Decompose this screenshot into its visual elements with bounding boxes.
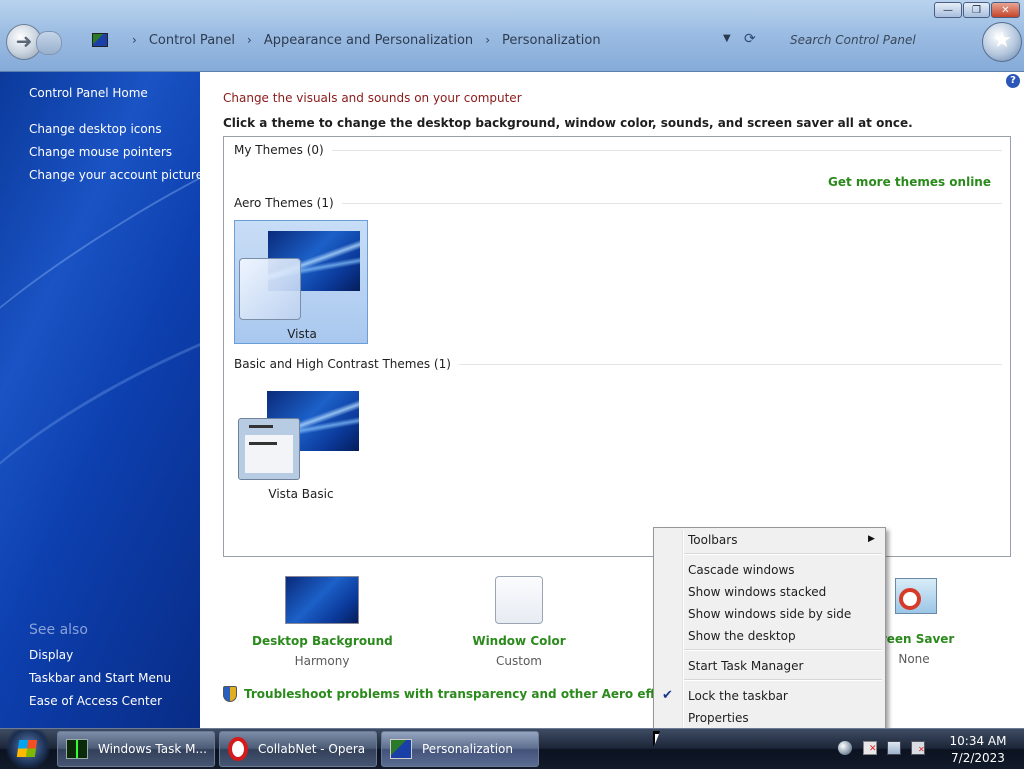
group-aero-themes: Aero Themes (1) [234,196,1002,210]
menu-item-properties[interactable]: Properties [688,708,749,728]
desktop-background-setting[interactable]: Desktop Background Harmony [252,576,393,668]
breadcrumb-control-panel[interactable]: Control Panel [149,33,235,48]
group-basic-themes: Basic and High Contrast Themes (1) [234,357,1002,371]
breadcrumb-separator[interactable]: › [132,33,137,47]
themes-list[interactable]: My Themes (0) Get more themes online Aer… [223,136,1011,557]
left-navigation-pane: Control Panel Home Change desktop icons … [0,72,200,728]
page-title: Change the visuals and sounds on your co… [223,91,522,105]
control-panel-icon [92,33,108,47]
taskbar-button-label: Windows Task M... [98,742,207,756]
control-panel-icon [390,739,412,759]
screen-saver-icon [891,576,937,622]
see-also-heading: See also [29,622,88,638]
title-bar: — ❐ ✕ ➜ › Control Panel › Appearance and… [0,0,1024,72]
breadcrumb-appearance[interactable]: Appearance and Personalization [264,33,473,48]
nav-display[interactable]: Display [29,648,73,662]
page-instructions: Click a theme to change the desktop back… [223,116,913,130]
setting-name[interactable]: Desktop Background [252,634,393,648]
back-arrow-icon: ➜ [15,29,33,53]
taskbar-button-task-manager[interactable]: Windows Task M... [57,731,215,767]
breadcrumb-personalization[interactable]: Personalization [502,33,601,48]
nav-ease-of-access[interactable]: Ease of Access Center [29,694,162,708]
setting-value: Harmony [294,654,350,668]
opera-icon [228,737,248,761]
address-bar[interactable]: › Control Panel › Appearance and Persona… [82,27,772,53]
taskbar-button-personalization[interactable]: Personalization [381,731,539,767]
nav-change-desktop-icons[interactable]: Change desktop icons [29,122,162,136]
address-dropdown-icon[interactable]: ▼ [723,33,731,44]
menu-item-cascade-windows[interactable]: Cascade windows [688,560,795,580]
shield-icon [223,686,237,702]
clock-time: 10:34 AM [949,734,1007,748]
volume-muted-icon[interactable] [911,741,925,755]
taskbar[interactable]: Windows Task M... CollabNet - Opera Pers… [0,728,1024,769]
search-input[interactable]: Search Control Panel [782,29,980,51]
help-icon[interactable]: ? [1006,74,1020,88]
windows-logo-icon [16,740,38,757]
menu-separator [684,649,882,651]
network-icon[interactable] [887,741,901,755]
menu-separator [684,553,882,555]
action-center-icon[interactable] [863,741,877,755]
divider [331,149,1002,151]
theme-tile-vista[interactable]: Vista [234,220,368,344]
refresh-icon[interactable]: ⟳ [744,31,756,47]
submenu-arrow-icon: ▶ [868,534,875,544]
search-icon[interactable]: ★ [982,22,1022,62]
troubleshoot-link[interactable]: Troubleshoot problems with transparency … [223,686,683,702]
task-manager-icon [66,739,88,759]
desktop-background-icon [285,576,359,624]
theme-window-thumbnail [238,418,300,480]
system-tray: 10:34 AM 7/2/2023 [830,729,1024,769]
main-content: ? Change the visuals and sounds on your … [200,72,1024,728]
window-color-setting[interactable]: Window Color Custom [449,576,589,668]
checkmark-icon: ✔ [662,688,673,703]
divider [458,363,1002,365]
start-button[interactable] [3,730,53,768]
divider [341,202,1002,204]
maximize-button[interactable]: ❐ [963,2,990,18]
menu-item-toolbars[interactable]: Toolbars [688,530,737,550]
nav-taskbar-start-menu[interactable]: Taskbar and Start Menu [29,671,171,685]
window-color-icon [495,576,543,624]
group-my-themes: My Themes (0) [234,143,1002,157]
taskbar-button-label: Personalization [422,742,513,756]
menu-separator [684,679,882,681]
taskbar-context-menu: Toolbars ▶ Cascade windows Show windows … [653,527,886,733]
group-label: My Themes (0) [234,143,324,157]
nav-change-mouse-pointers[interactable]: Change mouse pointers [29,145,172,159]
close-button[interactable]: ✕ [991,2,1020,18]
minimize-button[interactable]: — [934,2,962,18]
theme-window-thumbnail [239,258,301,320]
clock-date: 7/2/2023 [951,751,1005,765]
menu-item-task-manager[interactable]: Start Task Manager [688,656,803,676]
theme-tile-vista-basic[interactable]: Vista Basic [234,381,368,505]
menu-item-show-stacked[interactable]: Show windows stacked [688,582,826,602]
nav-control-panel-home[interactable]: Control Panel Home [29,86,148,100]
troubleshoot-label[interactable]: Troubleshoot problems with transparency … [244,687,683,701]
theme-name: Vista [287,327,317,341]
tray-app-icon[interactable] [838,741,852,755]
group-label: Basic and High Contrast Themes (1) [234,357,451,371]
setting-value: Custom [496,654,542,668]
breadcrumb-separator[interactable]: › [485,33,490,47]
theme-name: Vista Basic [268,487,334,501]
group-label: Aero Themes (1) [234,196,334,210]
taskbar-button-label: CollabNet - Opera [258,742,366,756]
nav-change-account-picture[interactable]: Change your account picture [29,168,200,182]
menu-gutter [682,530,684,730]
menu-item-side-by-side[interactable]: Show windows side by side [688,604,851,624]
menu-item-show-desktop[interactable]: Show the desktop [688,626,796,646]
breadcrumb-separator[interactable]: › [247,33,252,47]
get-more-themes-link[interactable]: Get more themes online [828,175,991,189]
menu-item-lock-taskbar[interactable]: Lock the taskbar [688,686,788,706]
mouse-cursor-fill [655,734,659,744]
clock[interactable]: 10:34 AM 7/2/2023 [938,733,1018,767]
setting-name[interactable]: Window Color [449,634,589,648]
forward-button[interactable] [36,31,62,55]
taskbar-button-opera[interactable]: CollabNet - Opera [219,731,377,767]
